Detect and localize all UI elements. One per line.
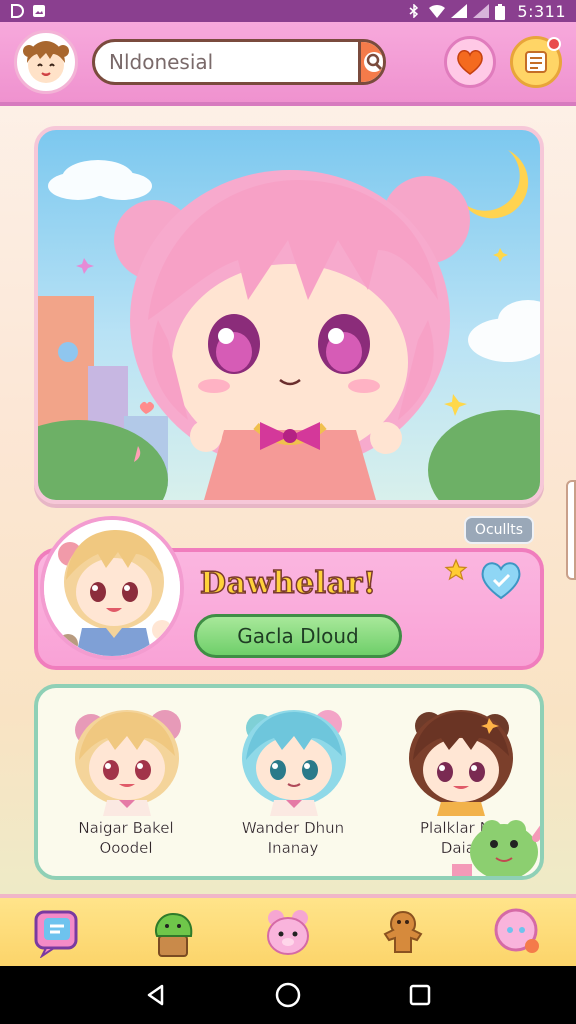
star-icon[interactable] <box>444 558 468 582</box>
app-bar <box>0 22 576 106</box>
friend-name: Wander Dhun Inanay <box>241 819 345 857</box>
hero-banner[interactable] <box>34 126 544 504</box>
character-avatar-icon <box>44 520 180 656</box>
battery-icon <box>495 4 509 20</box>
nav-social[interactable] <box>488 902 548 962</box>
home-button[interactable] <box>270 977 306 1013</box>
friends-panel: Naigar Bakel Ooodel Wander Dhun Inanay P… <box>34 684 544 880</box>
friend-card[interactable]: Wander Dhun Inanay <box>213 698 373 876</box>
nav-garden[interactable] <box>143 902 203 962</box>
status-bar: 5:311 <box>0 0 576 22</box>
bottom-nav <box>0 894 576 966</box>
notification-d-icon <box>10 4 24 18</box>
friend-name: Naigar Bakel Ooodel <box>78 819 174 857</box>
recents-icon <box>409 984 431 1006</box>
status-time: 5:311 <box>517 1 566 21</box>
search-bar <box>92 39 386 85</box>
avatar-icon <box>23 41 69 83</box>
bluetooth-icon <box>407 3 421 19</box>
like-heart-icon[interactable] <box>478 558 524 602</box>
friend-avatar-icon <box>242 710 346 816</box>
moon-icon <box>462 150 529 219</box>
back-button[interactable] <box>138 977 174 1013</box>
avatar[interactable] <box>14 30 78 94</box>
favorites-button[interactable] <box>444 36 496 88</box>
heart-icon <box>457 50 483 75</box>
note-icon <box>525 51 547 73</box>
nav-chat[interactable] <box>28 902 88 962</box>
plant-icon <box>154 912 193 957</box>
chat-icon <box>34 910 78 958</box>
bubble-icon <box>494 908 540 953</box>
friend-avatar-icon <box>409 710 513 816</box>
gingerbread-icon <box>383 910 423 953</box>
friend-avatar-icon <box>75 710 181 816</box>
system-nav-bar <box>0 966 576 1024</box>
small-heart-icon <box>139 401 154 414</box>
search-input[interactable] <box>95 42 358 82</box>
home-icon <box>275 982 301 1008</box>
frog-mascot-icon <box>452 820 540 876</box>
welcome-avatar[interactable] <box>40 516 184 660</box>
side-drawer-handle[interactable] <box>566 480 576 580</box>
image-icon <box>32 4 46 18</box>
signal-icon <box>473 4 490 18</box>
hero-badge[interactable]: Ocullts <box>464 516 534 544</box>
notes-button[interactable] <box>510 36 562 88</box>
bear-icon <box>266 910 309 955</box>
nav-pets[interactable] <box>258 902 318 962</box>
recents-button[interactable] <box>402 977 438 1013</box>
signal-icon <box>451 4 468 18</box>
back-icon <box>147 984 164 1006</box>
nav-treats[interactable] <box>373 902 433 962</box>
welcome-action-button[interactable]: Gacla Dloud <box>194 614 402 658</box>
friend-card[interactable]: Naigar Bakel Ooodel <box>46 698 206 876</box>
status-left <box>10 4 46 18</box>
wifi-icon <box>429 4 446 19</box>
search-button[interactable] <box>358 42 383 82</box>
welcome-title: Dawhelar! <box>199 565 377 602</box>
notification-dot <box>547 37 561 51</box>
hero-illustration <box>38 150 540 500</box>
search-icon <box>364 52 383 72</box>
status-right: 5:311 <box>407 2 566 21</box>
